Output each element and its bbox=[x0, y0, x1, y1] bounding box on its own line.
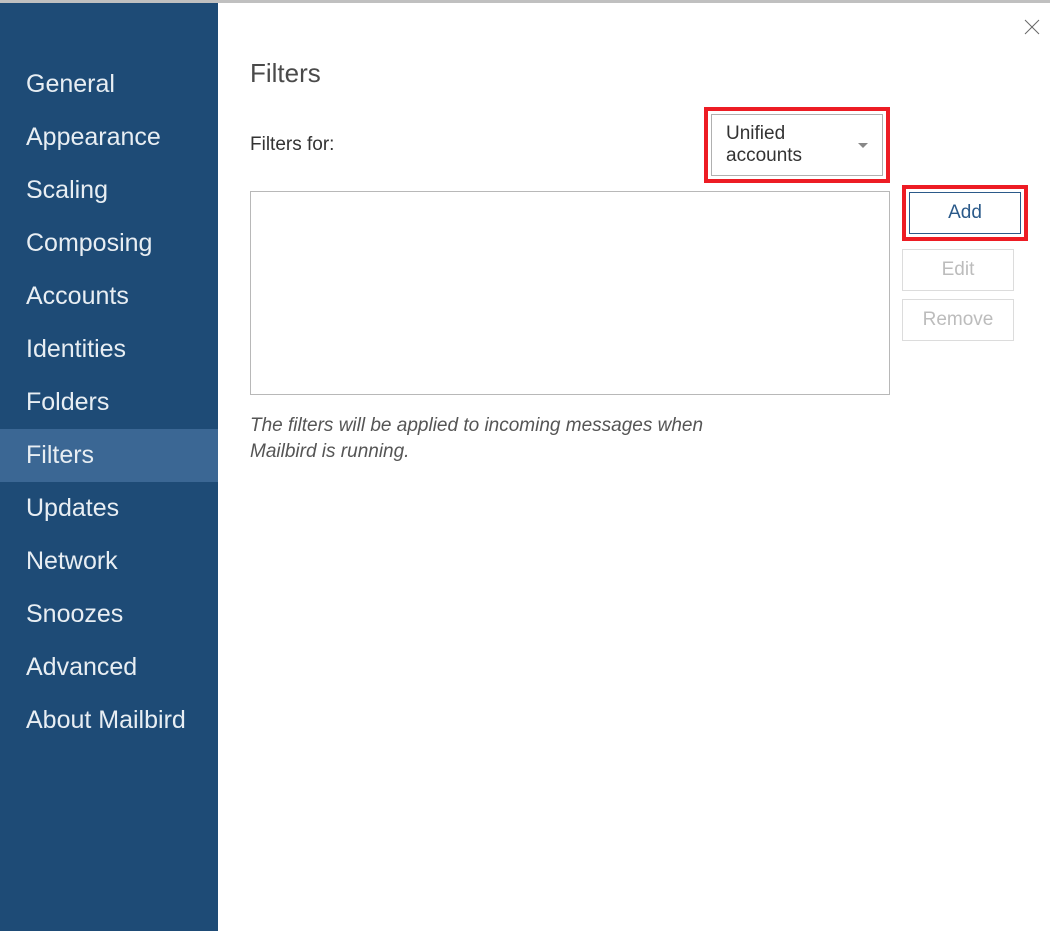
filters-for-label: Filters for: bbox=[250, 134, 334, 156]
sidebar-item-accounts[interactable]: Accounts bbox=[0, 270, 218, 323]
close-icon bbox=[1024, 19, 1040, 35]
settings-sidebar: General Appearance Scaling Composing Acc… bbox=[0, 3, 218, 931]
sidebar-item-label: Identities bbox=[26, 335, 126, 363]
sidebar-item-folders[interactable]: Folders bbox=[0, 376, 218, 429]
sidebar-item-label: Appearance bbox=[26, 123, 161, 151]
settings-main-panel: Filters Filters for: Unified accounts Ad… bbox=[218, 3, 1050, 931]
sidebar-item-identities[interactable]: Identities bbox=[0, 323, 218, 376]
sidebar-item-label: Updates bbox=[26, 494, 119, 522]
sidebar-item-updates[interactable]: Updates bbox=[0, 482, 218, 535]
sidebar-item-advanced[interactable]: Advanced bbox=[0, 641, 218, 694]
highlight-dropdown: Unified accounts bbox=[704, 107, 890, 183]
sidebar-item-label: Scaling bbox=[26, 176, 108, 204]
remove-button[interactable]: Remove bbox=[902, 299, 1014, 341]
sidebar-item-label: Composing bbox=[26, 229, 152, 257]
filters-content-row: Add Edit Remove bbox=[250, 191, 1028, 395]
sidebar-item-label: About Mailbird bbox=[26, 706, 186, 734]
filters-for-row: Filters for: Unified accounts bbox=[250, 107, 890, 183]
sidebar-item-label: Snoozes bbox=[26, 600, 123, 628]
remove-button-label: Remove bbox=[923, 309, 994, 331]
sidebar-item-label: Advanced bbox=[26, 653, 137, 681]
sidebar-item-about-mailbird[interactable]: About Mailbird bbox=[0, 694, 218, 747]
sidebar-item-label: Filters bbox=[26, 441, 94, 469]
filters-list[interactable] bbox=[250, 191, 890, 395]
highlight-add-button: Add bbox=[902, 185, 1028, 241]
sidebar-item-network[interactable]: Network bbox=[0, 535, 218, 588]
add-button[interactable]: Add bbox=[909, 192, 1021, 234]
filter-action-buttons: Add Edit Remove bbox=[902, 185, 1028, 341]
account-dropdown[interactable]: Unified accounts bbox=[711, 114, 883, 176]
edit-button-label: Edit bbox=[942, 259, 975, 281]
chevron-down-icon bbox=[858, 143, 868, 148]
page-title: Filters bbox=[250, 58, 1028, 89]
sidebar-item-appearance[interactable]: Appearance bbox=[0, 111, 218, 164]
sidebar-item-label: Network bbox=[26, 547, 118, 575]
sidebar-item-snoozes[interactable]: Snoozes bbox=[0, 588, 218, 641]
edit-button[interactable]: Edit bbox=[902, 249, 1014, 291]
add-button-label: Add bbox=[948, 202, 982, 224]
sidebar-item-composing[interactable]: Composing bbox=[0, 217, 218, 270]
sidebar-item-label: Folders bbox=[26, 388, 109, 416]
filters-hint-text: The filters will be applied to incoming … bbox=[250, 413, 770, 464]
dropdown-value: Unified accounts bbox=[726, 123, 848, 167]
sidebar-item-filters[interactable]: Filters bbox=[0, 429, 218, 482]
sidebar-item-label: Accounts bbox=[26, 282, 129, 310]
sidebar-item-scaling[interactable]: Scaling bbox=[0, 164, 218, 217]
sidebar-item-general[interactable]: General bbox=[0, 58, 218, 111]
close-button[interactable] bbox=[1020, 15, 1044, 39]
sidebar-item-label: General bbox=[26, 70, 115, 98]
settings-window: General Appearance Scaling Composing Acc… bbox=[0, 0, 1050, 931]
